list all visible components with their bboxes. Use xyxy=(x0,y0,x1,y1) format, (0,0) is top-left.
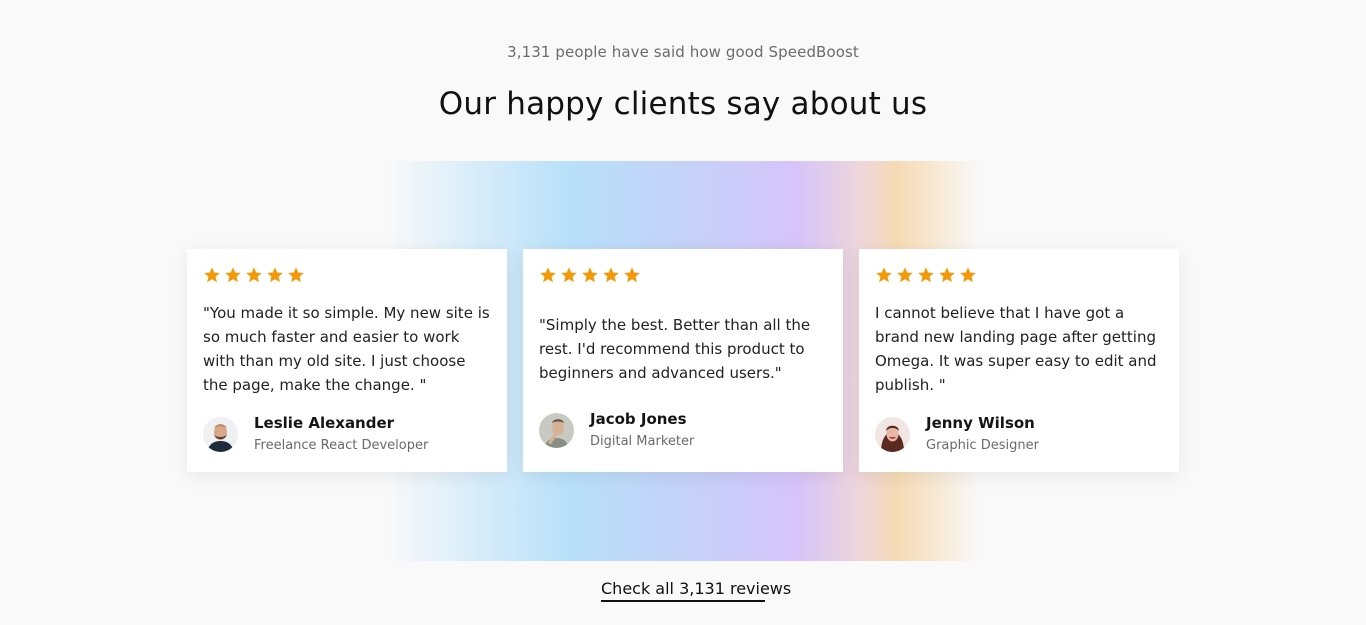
star-rating xyxy=(539,265,827,285)
star-rating xyxy=(875,265,1163,285)
testimonial-quote-box: "You made it so simple. My new site is s… xyxy=(203,301,491,397)
testimonial-card: "Simply the best. Better than all the re… xyxy=(523,249,843,472)
star-icon xyxy=(623,266,641,284)
avatar xyxy=(203,416,238,452)
woman-smiling-avatar-icon xyxy=(875,416,910,452)
testimonial-card: I cannot believe that I have got a brand… xyxy=(859,249,1179,472)
avatar xyxy=(539,412,574,448)
star-icon xyxy=(938,266,956,284)
check-all-reviews-link[interactable]: Check all 3,131 reviews xyxy=(601,579,791,602)
star-icon xyxy=(560,266,578,284)
star-icon xyxy=(266,266,284,284)
section-eyebrow: 3,131 people have said how good SpeedBoo… xyxy=(507,43,859,61)
author-role: Digital Marketer xyxy=(590,434,695,449)
testimonial-card: "You made it so simple. My new site is s… xyxy=(187,249,507,472)
author-role: Graphic Designer xyxy=(926,438,1039,453)
avatar xyxy=(875,416,910,452)
testimonial-author: Jacob Jones Digital Marketer xyxy=(539,409,827,451)
testimonial-author: Jenny Wilson Graphic Designer xyxy=(875,413,1163,455)
author-role: Freelance React Developer xyxy=(254,438,429,453)
testimonial-quote: I cannot believe that I have got a brand… xyxy=(875,304,1157,394)
testimonial-quote: "Simply the best. Better than all the re… xyxy=(539,316,811,382)
section-title: Our happy clients say about us xyxy=(438,86,928,122)
man-with-beard-avatar-icon xyxy=(203,416,238,452)
star-rating xyxy=(203,265,491,285)
star-icon xyxy=(245,266,263,284)
star-icon xyxy=(224,266,242,284)
testimonial-quote: "You made it so simple. My new site is s… xyxy=(203,304,490,394)
star-icon xyxy=(896,266,914,284)
testimonial-quote-box: "Simply the best. Better than all the re… xyxy=(539,301,827,397)
author-name: Leslie Alexander xyxy=(254,414,395,432)
star-icon xyxy=(875,266,893,284)
star-icon xyxy=(287,266,305,284)
man-thinking-avatar-icon xyxy=(539,412,574,448)
star-icon xyxy=(203,266,221,284)
author-name: Jenny Wilson xyxy=(926,414,1035,432)
star-icon xyxy=(581,266,599,284)
star-icon xyxy=(959,266,977,284)
testimonial-author: Leslie Alexander Freelance React Develop… xyxy=(203,413,491,455)
star-icon xyxy=(917,266,935,284)
star-icon xyxy=(602,266,620,284)
author-name: Jacob Jones xyxy=(590,410,687,428)
star-icon xyxy=(539,266,557,284)
testimonial-quote-box: I cannot believe that I have got a brand… xyxy=(875,301,1163,397)
